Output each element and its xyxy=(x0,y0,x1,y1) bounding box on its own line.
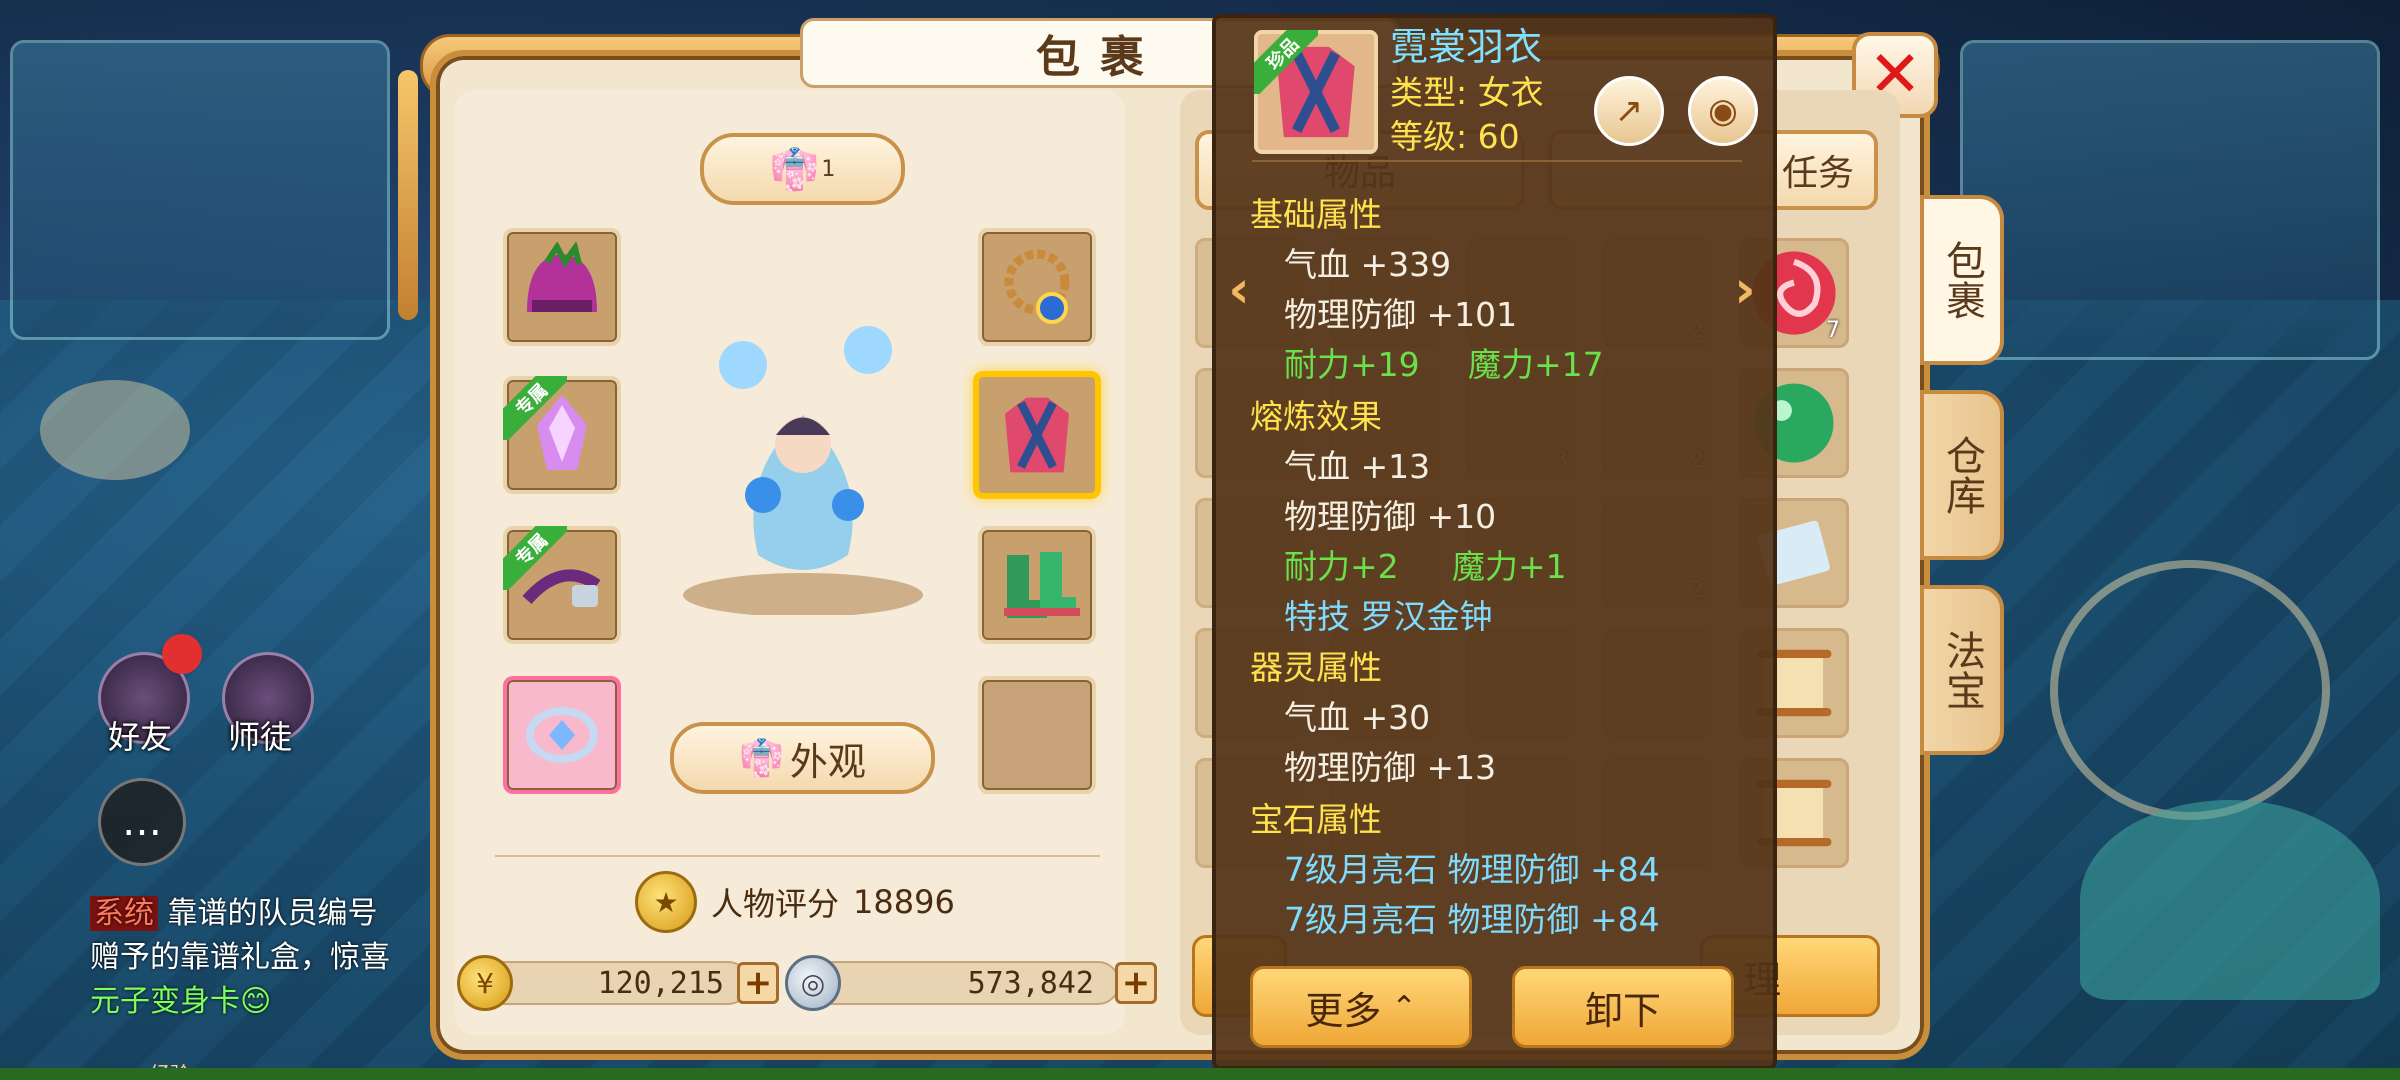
notification-dot xyxy=(162,634,202,674)
smelt-attr-defense: 物理防御 +10 xyxy=(1284,497,1497,536)
mentor-label[interactable]: 师徒 xyxy=(228,712,292,758)
exp-bar xyxy=(0,1068,2400,1080)
rating-value: 18896 xyxy=(853,883,955,921)
smelt-bonus-stamina: 耐力+2 xyxy=(1284,547,1399,586)
chat-line-2: 赠予的靠谱礼盒，惊喜 xyxy=(90,940,390,975)
appearance-button[interactable]: 👘 外观 xyxy=(670,722,935,794)
item-level: 等级: 60 xyxy=(1390,117,1520,156)
eye-icon: ◉ xyxy=(1708,91,1738,131)
next-item-arrow-icon[interactable]: › xyxy=(1722,255,1768,325)
base-attributes-title: 基础属性 xyxy=(1250,195,1382,234)
special-skill: 特技 罗汉金钟 xyxy=(1284,597,1493,636)
ring-icon xyxy=(526,707,598,763)
rare-quality-badge: 珍品 xyxy=(1254,30,1318,94)
necklace-icon xyxy=(1004,249,1070,324)
share-icon: ↗ xyxy=(1614,91,1644,131)
equip-slot-weapon[interactable]: 专属 xyxy=(503,376,621,494)
chevron-up-icon: ⌃ xyxy=(1391,989,1417,1025)
scene-arch xyxy=(2050,560,2330,820)
armor-icon xyxy=(1005,397,1069,473)
unequip-button[interactable]: 卸下 xyxy=(1512,966,1734,1048)
rating-label: 人物评分 xyxy=(711,885,840,923)
gem-line-1: 7级月亮石 物理防御 +84 xyxy=(1284,850,1660,889)
base-bonus-stamina: 耐力+19 xyxy=(1284,345,1420,384)
item-type: 类型: 女衣 xyxy=(1390,73,1544,112)
prev-item-arrow-icon[interactable]: ‹ xyxy=(1216,255,1262,325)
silver-amount: 573,842 xyxy=(810,961,1120,1005)
base-attr-hp: 气血 +339 xyxy=(1284,245,1452,284)
tassel-ornament xyxy=(398,70,418,320)
add-gold-button[interactable]: + xyxy=(737,962,779,1004)
scene-pavilion-right xyxy=(1960,40,2380,360)
equip-slot-empty[interactable] xyxy=(978,676,1096,794)
exclusive-badge-2: 专属 xyxy=(503,526,567,590)
chat-line-1: 靠谱的队员编号 xyxy=(167,896,378,931)
share-button[interactable]: ↗ xyxy=(1594,76,1664,146)
robe-icon-small: 👘 xyxy=(739,738,784,779)
gold-coin-icon: ¥ xyxy=(457,955,513,1011)
side-tab-treasure[interactable]: 法宝 xyxy=(1920,585,2004,755)
equip-slot-ring[interactable] xyxy=(503,676,621,794)
add-silver-button[interactable]: + xyxy=(1115,962,1157,1004)
rating-medal-icon: ★ xyxy=(635,871,697,933)
gem-line-2: 7级月亮石 物理防御 +84 xyxy=(1284,900,1660,939)
unequip-button-label: 卸下 xyxy=(1584,988,1661,1033)
scene-ornament xyxy=(2080,800,2380,1000)
equip-slot-boots[interactable] xyxy=(978,526,1096,644)
character-model xyxy=(668,295,938,617)
gem-attributes-title: 宝石属性 xyxy=(1250,800,1382,839)
scene-table xyxy=(40,380,190,480)
divider xyxy=(495,855,1100,857)
chat-bubble-icon[interactable]: … xyxy=(98,778,186,866)
tooltip-item-icon: 珍品 xyxy=(1254,30,1378,154)
friends-label[interactable]: 好友 xyxy=(108,712,172,758)
spirit-attr-hp: 气血 +30 xyxy=(1284,698,1431,737)
helmet-icon xyxy=(527,242,597,312)
spirit-attr-defense: 物理防御 +13 xyxy=(1284,748,1497,787)
silver-coin-icon: ◎ xyxy=(785,955,841,1011)
stack-count: 7 xyxy=(1826,318,1840,343)
scene-pavilion-left xyxy=(10,40,390,340)
character-figure-icon xyxy=(683,326,923,617)
more-button-label: 更多 xyxy=(1305,988,1382,1033)
item-name: 霓裳羽衣 xyxy=(1390,25,1543,69)
equipment-set-tab[interactable]: 👘 1 xyxy=(700,133,905,205)
exclusive-badge: 专属 xyxy=(503,376,567,440)
base-attr-defense: 物理防御 +101 xyxy=(1284,295,1518,334)
preview-button[interactable]: ◉ xyxy=(1688,76,1758,146)
boots-icon xyxy=(1004,552,1080,618)
equip-slot-armor[interactable] xyxy=(973,371,1101,499)
equip-slot-necklace[interactable] xyxy=(978,228,1096,346)
base-bonus-magic: 魔力+17 xyxy=(1468,345,1604,384)
more-button[interactable]: 更多 ⌃ xyxy=(1250,966,1472,1048)
tooltip-divider xyxy=(1252,160,1742,162)
side-tab-bag[interactable]: 包裹 xyxy=(1920,195,2004,365)
system-tag: 系统 xyxy=(90,896,158,931)
robe-icon: 👘 xyxy=(769,146,820,193)
spirit-attributes-title: 器灵属性 xyxy=(1250,648,1382,687)
chat-log: 系统 靠谱的队员编号 赠予的靠谱礼盒，惊喜 元子变身卡😊 xyxy=(90,892,430,1024)
equip-slot-helmet[interactable] xyxy=(503,228,621,346)
equip-slot-belt[interactable]: 专属 xyxy=(503,526,621,644)
smelt-effect-title: 熔炼效果 xyxy=(1250,397,1382,436)
character-rating: ★ 人物评分 18896 xyxy=(635,870,955,934)
smelt-bonus-magic: 魔力+1 xyxy=(1452,547,1567,586)
chat-line-3: 元子变身卡😊 xyxy=(90,984,272,1019)
smelt-attr-hp: 气血 +13 xyxy=(1284,447,1431,486)
equipment-set-number: 1 xyxy=(821,156,836,182)
gold-amount: 120,215 xyxy=(480,961,750,1005)
side-tab-warehouse[interactable]: 仓库 xyxy=(1920,390,2004,560)
